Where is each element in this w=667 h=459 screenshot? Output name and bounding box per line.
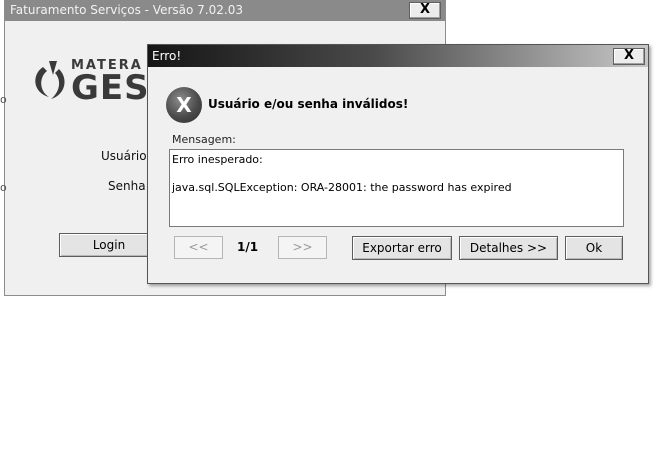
password-label: Senha [108, 179, 146, 193]
username-label: Usuário [101, 149, 147, 163]
logo-mark-icon [35, 61, 65, 99]
error-dialog-titlebar[interactable]: Erro! X [148, 45, 648, 67]
error-icon: X [166, 87, 202, 123]
error-page-indicator: 1/1 [237, 240, 259, 254]
export-error-button[interactable]: Exportar erro [352, 236, 452, 260]
login-titlebar[interactable]: Faturamento Serviços - Versão 7.02.03 X [5, 0, 445, 21]
message-textarea[interactable]: Erro inesperado: java.sql.SQLException: … [169, 149, 624, 227]
login-button[interactable]: Login [59, 233, 159, 257]
edge-text-fragment: o [0, 181, 7, 194]
login-close-button[interactable]: X [409, 2, 441, 19]
error-heading: Usuário e/ou senha inválidos! [208, 97, 409, 111]
ok-button[interactable]: Ok [565, 236, 623, 260]
message-label: Mensagem: [172, 133, 236, 146]
message-line: Erro inesperado: [172, 153, 263, 166]
error-dialog: Erro! X X Usuário e/ou senha inválidos! … [147, 44, 649, 284]
error-dialog-close-button[interactable]: X [613, 48, 645, 65]
edge-text-fragment: o [0, 93, 7, 106]
message-line: java.sql.SQLException: ORA-28001: the pa… [172, 181, 512, 194]
next-error-button[interactable]: >> [278, 236, 327, 259]
details-button[interactable]: Detalhes >> [459, 236, 558, 260]
login-window-title: Faturamento Serviços - Versão 7.02.03 [10, 3, 243, 17]
previous-error-button[interactable]: << [174, 236, 223, 259]
error-dialog-title: Erro! [152, 49, 182, 63]
